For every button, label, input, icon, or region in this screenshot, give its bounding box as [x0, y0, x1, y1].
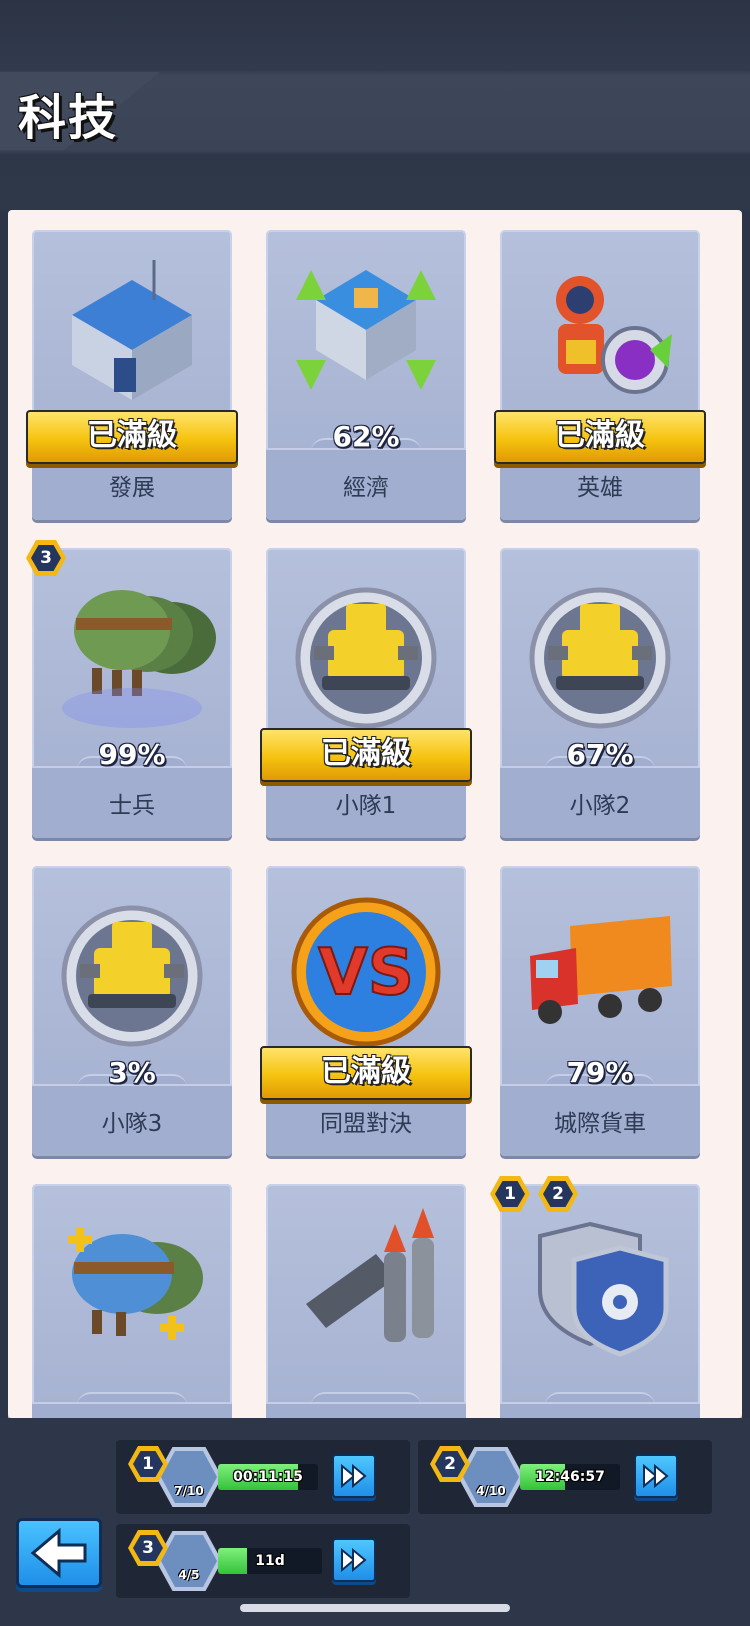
tech-card-partial-2[interactable]: [266, 1184, 466, 1418]
fast-forward-icon: [341, 1547, 367, 1573]
tech-card-intercity-truck[interactable]: 79% 城際貨車: [500, 866, 700, 1156]
maxed-banner: 已滿級: [26, 410, 238, 464]
svg-text:VS: VS: [318, 936, 414, 1010]
queue-count: 7/10: [174, 1484, 204, 1498]
tech-card-partial-3[interactable]: 1 2: [490, 1176, 700, 1418]
shields-icon: [538, 1221, 669, 1357]
truck-icon: [530, 916, 672, 1024]
queue-timer: 12:46:57: [520, 1464, 620, 1490]
tech-card-partial-1[interactable]: [32, 1184, 232, 1418]
tech-grid-panel[interactable]: 已滿級 發展 62% 經濟 已滿級 英雄 3 99% 士兵 已滿級 小隊1 67…: [8, 210, 742, 1418]
squad-tank-icon: [529, 587, 671, 729]
squad-tank-icon: [61, 905, 203, 1047]
squad-tank-icon: [295, 587, 437, 729]
research-queue-3: 3 4/5 11d 00:46:08: [116, 1524, 410, 1598]
missiles-icon: [306, 1208, 434, 1342]
queue-count: 4/10: [476, 1484, 506, 1498]
card-name: 英雄: [577, 475, 623, 501]
maxed-banner: 已滿級: [260, 1046, 472, 1100]
research-queue-2: 2 4/10 12:46:57: [418, 1440, 712, 1514]
fast-forward-icon: [341, 1463, 367, 1489]
speed-up-button[interactable]: [332, 1538, 376, 1582]
card-name: 發展: [109, 475, 155, 501]
soldier-helmets-icon: [62, 590, 216, 728]
home-indicator[interactable]: [240, 1604, 510, 1612]
card-name: 小隊1: [335, 793, 397, 819]
queue-timer: 11d 00:46:08: [218, 1548, 322, 1574]
progress-percent: 99%: [98, 738, 166, 771]
back-button[interactable]: [16, 1518, 102, 1588]
helmets-plus-icon: [68, 1228, 203, 1340]
maxed-banner: 已滿級: [494, 410, 706, 464]
tech-card-squad-2[interactable]: 67% 小隊2: [500, 548, 700, 838]
card-label-area: [500, 1402, 700, 1418]
fast-forward-icon: [643, 1463, 669, 1489]
tech-card-alliance-duel[interactable]: VS 已滿級 同盟對決: [260, 866, 472, 1156]
maxed-banner: 已滿級: [260, 728, 472, 782]
tech-card-squad-1[interactable]: 已滿級 小隊1: [260, 548, 472, 838]
queue-count: 4/5: [178, 1568, 200, 1582]
tech-card-squad-3[interactable]: 3% 小隊3: [32, 866, 232, 1156]
card-label-area: [266, 1402, 466, 1418]
queue-unit-icon: [458, 1447, 524, 1507]
card-name: 經濟: [343, 475, 389, 501]
speed-up-button[interactable]: [332, 1454, 376, 1498]
speed-up-button[interactable]: [634, 1454, 678, 1498]
economy-building-icon: [296, 270, 436, 390]
queue-unit-icon: [156, 1531, 222, 1591]
headquarters-building-icon: [72, 260, 192, 400]
vs-icon: VS: [291, 897, 441, 1047]
research-queue-1: 1 7/10 00:11:15: [116, 1440, 410, 1514]
queue-timer: 00:11:15: [218, 1464, 318, 1490]
hero-icon: [556, 276, 672, 394]
tech-card-development[interactable]: 已滿級 發展: [26, 230, 238, 520]
page-title: 科技: [18, 90, 119, 146]
queue-unit-icon: [156, 1447, 222, 1507]
progress-percent: 67%: [566, 738, 634, 771]
card-label-area: [32, 1402, 232, 1418]
card-name: 士兵: [109, 793, 155, 819]
tech-card-hero[interactable]: 已滿級 英雄: [494, 230, 706, 520]
card-name: 小隊2: [569, 793, 631, 819]
back-arrow-icon: [30, 1527, 87, 1579]
progress-percent: 3%: [108, 1056, 156, 1089]
progress-percent: 79%: [566, 1056, 634, 1089]
card-name: 城際貨車: [554, 1111, 646, 1137]
card-name: 同盟對決: [320, 1111, 412, 1137]
card-name: 小隊3: [101, 1111, 163, 1137]
progress-percent: 62%: [332, 420, 400, 453]
tech-card-soldier[interactable]: 3 99% 士兵: [26, 540, 232, 838]
tech-card-economy[interactable]: 62% 經濟: [266, 230, 466, 520]
